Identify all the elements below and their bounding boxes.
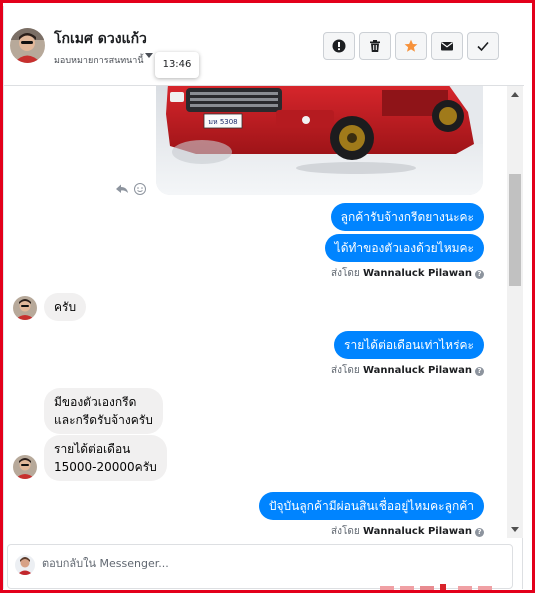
trash-icon bbox=[370, 40, 380, 52]
incoming-message[interactable]: ครับ bbox=[44, 293, 87, 321]
sender-name: Wannaluck Pilawan bbox=[362, 526, 472, 537]
conversation-header: โกเมศ ดวงแก้ว มอบหมายการสนทนานี้ 13:46 bbox=[4, 6, 524, 86]
sender-name: Wannaluck Pilawan bbox=[362, 268, 472, 279]
sent-by-label: ส่งโดย Wannaluck Pilawan? bbox=[331, 266, 484, 281]
contact-avatar-small[interactable] bbox=[13, 455, 37, 479]
reply-icon bbox=[116, 184, 128, 193]
outgoing-message[interactable]: ได้ทำของตัวเองด้วยไหมคะ bbox=[324, 234, 484, 262]
car-photo-attachment[interactable]: มห 5308 bbox=[156, 86, 483, 195]
scrollbar[interactable] bbox=[507, 86, 523, 538]
sent-by-label: ส่งโดย Wannaluck Pilawan? bbox=[331, 363, 484, 378]
mail-icon bbox=[441, 42, 453, 51]
scrollbar-thumb[interactable] bbox=[509, 174, 521, 286]
check-icon bbox=[477, 41, 489, 52]
contact-avatar-small[interactable] bbox=[13, 296, 37, 320]
delete-button[interactable] bbox=[359, 32, 391, 60]
info-icon: ? bbox=[475, 270, 484, 279]
sender-name: Wannaluck Pilawan bbox=[362, 365, 472, 376]
mark-unread-button[interactable] bbox=[431, 32, 463, 60]
star-button[interactable] bbox=[395, 32, 427, 60]
incoming-message[interactable]: รายได้ต่อเดือน 15000-20000ครับ bbox=[44, 435, 167, 481]
reply-input[interactable] bbox=[42, 557, 462, 570]
chevron-down-icon[interactable] bbox=[145, 53, 153, 58]
reply-composer[interactable] bbox=[7, 544, 513, 590]
message-actions[interactable] bbox=[114, 182, 148, 196]
outgoing-message[interactable]: รายได้ต่อเดือนเท่าไหร่คะ bbox=[334, 331, 484, 359]
scroll-up-arrow-icon[interactable] bbox=[511, 92, 519, 97]
sent-by-label: ส่งโดย Wannaluck Pilawan? bbox=[331, 524, 484, 538]
info-icon: ? bbox=[475, 528, 484, 537]
conversation-panel: โกเมศ ดวงแก้ว มอบหมายการสนทนานี้ 13:46 ม… bbox=[3, 6, 524, 590]
license-plate: มห 5308 bbox=[208, 118, 237, 126]
info-icon: ? bbox=[475, 367, 484, 376]
alert-icon bbox=[332, 39, 346, 53]
scroll-down-arrow-icon[interactable] bbox=[511, 527, 519, 532]
outgoing-message[interactable]: ลูกค้ารับจ้างกรีดยางนะคะ bbox=[330, 203, 484, 231]
composer-toolbar[interactable] bbox=[378, 584, 498, 590]
message-thread[interactable]: มห 5308 ลูกค้ารับจ้างกรีดยางนะคะ ได้ทำขอ… bbox=[4, 86, 507, 538]
outgoing-message[interactable]: ปัจุบันลูกค้ามีผ่อนสินเชื่ออยู่ไหมคะลูกค… bbox=[258, 492, 484, 520]
assign-conversation-link[interactable]: มอบหมายการสนทนานี้ bbox=[54, 53, 144, 67]
contact-avatar[interactable] bbox=[10, 28, 45, 63]
timestamp-tooltip: 13:46 bbox=[155, 52, 199, 78]
mark-spam-button[interactable] bbox=[323, 32, 355, 60]
page-avatar bbox=[15, 555, 35, 575]
mark-done-button[interactable] bbox=[467, 32, 499, 60]
star-icon bbox=[404, 39, 418, 52]
contact-name[interactable]: โกเมศ ดวงแก้ว bbox=[54, 28, 147, 50]
incoming-message[interactable]: มีของตัวเองกรีด และกรีดรับจ้างครับ bbox=[44, 388, 163, 434]
